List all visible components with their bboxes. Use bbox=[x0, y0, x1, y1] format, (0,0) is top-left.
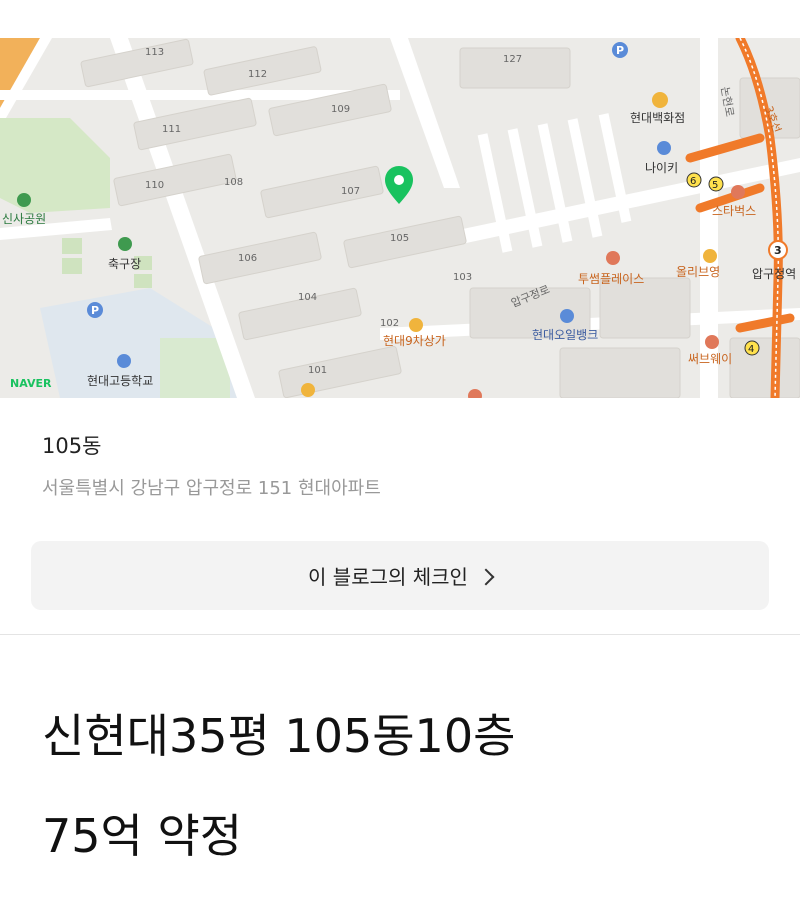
svg-text:현대오일뱅크: 현대오일뱅크 bbox=[532, 328, 598, 342]
svg-text:4: 4 bbox=[748, 344, 754, 355]
place-name: 105동 bbox=[42, 434, 102, 458]
svg-text:102: 102 bbox=[380, 318, 399, 329]
svg-text:올리브영: 올리브영 bbox=[676, 265, 720, 279]
blog-checkin-button[interactable]: 이 블로그의 체크인 bbox=[31, 541, 769, 610]
svg-text:101: 101 bbox=[308, 365, 327, 376]
gas-station-icon bbox=[560, 309, 574, 323]
svg-text:6: 6 bbox=[690, 176, 696, 187]
store-icon bbox=[301, 383, 315, 397]
svg-text:현대9차상가: 현대9차상가 bbox=[383, 334, 446, 348]
svg-text:127: 127 bbox=[503, 54, 522, 65]
store-icon bbox=[409, 318, 423, 332]
svg-text:스타벅스: 스타벅스 bbox=[712, 204, 756, 218]
svg-text:압구정역: 압구정역 bbox=[752, 267, 796, 281]
svg-text:108: 108 bbox=[224, 177, 243, 188]
store-icon bbox=[652, 92, 668, 108]
svg-text:축구장: 축구장 bbox=[108, 257, 141, 271]
place-address: 서울특별시 강남구 압구정로 151 현대아파트 bbox=[42, 478, 381, 499]
svg-text:현대고등학교: 현대고등학교 bbox=[87, 374, 153, 388]
field-icon bbox=[118, 237, 132, 251]
chevron-right-icon bbox=[477, 568, 495, 585]
svg-text:NAVER: NAVER bbox=[10, 377, 52, 390]
svg-text:113: 113 bbox=[145, 47, 164, 58]
cafe-icon bbox=[731, 185, 745, 199]
svg-text:105: 105 bbox=[390, 233, 409, 244]
svg-text:현대백화점: 현대백화점 bbox=[630, 111, 685, 125]
svg-text:107: 107 bbox=[341, 186, 360, 197]
svg-text:103: 103 bbox=[453, 272, 472, 283]
checkin-label: 이 블로그의 체크인 bbox=[308, 565, 468, 589]
svg-text:112: 112 bbox=[248, 69, 267, 80]
restaurant-icon bbox=[705, 335, 719, 349]
svg-text:나이키: 나이키 bbox=[645, 161, 678, 175]
post-text-line: 75억 약정 bbox=[42, 809, 243, 863]
svg-text:110: 110 bbox=[145, 180, 164, 191]
svg-text:P: P bbox=[91, 304, 99, 317]
svg-text:P: P bbox=[616, 44, 624, 57]
svg-text:106: 106 bbox=[238, 253, 257, 264]
park-icon bbox=[17, 193, 31, 207]
svg-text:5: 5 bbox=[712, 180, 718, 191]
cafe-icon bbox=[606, 251, 620, 265]
svg-text:신사공원: 신사공원 bbox=[2, 212, 46, 226]
map-view[interactable]: 113 112 127 109 111 110 108 107 106 105 … bbox=[0, 38, 800, 398]
store-icon bbox=[703, 249, 717, 263]
svg-text:104: 104 bbox=[298, 292, 317, 303]
svg-text:투썸플레이스: 투썸플레이스 bbox=[578, 272, 644, 286]
svg-text:111: 111 bbox=[162, 124, 181, 135]
svg-text:3: 3 bbox=[774, 244, 782, 257]
svg-text:109: 109 bbox=[331, 104, 350, 115]
post-text-line: 신현대35평 105동10층 bbox=[42, 709, 516, 763]
place-info-card: 105동 서울특별시 강남구 압구정로 151 현대아파트 이 블로그의 체크인 bbox=[0, 398, 800, 635]
shopping-icon bbox=[657, 141, 671, 155]
svg-text:써브웨이: 써브웨이 bbox=[688, 352, 732, 366]
school-icon bbox=[117, 354, 131, 368]
